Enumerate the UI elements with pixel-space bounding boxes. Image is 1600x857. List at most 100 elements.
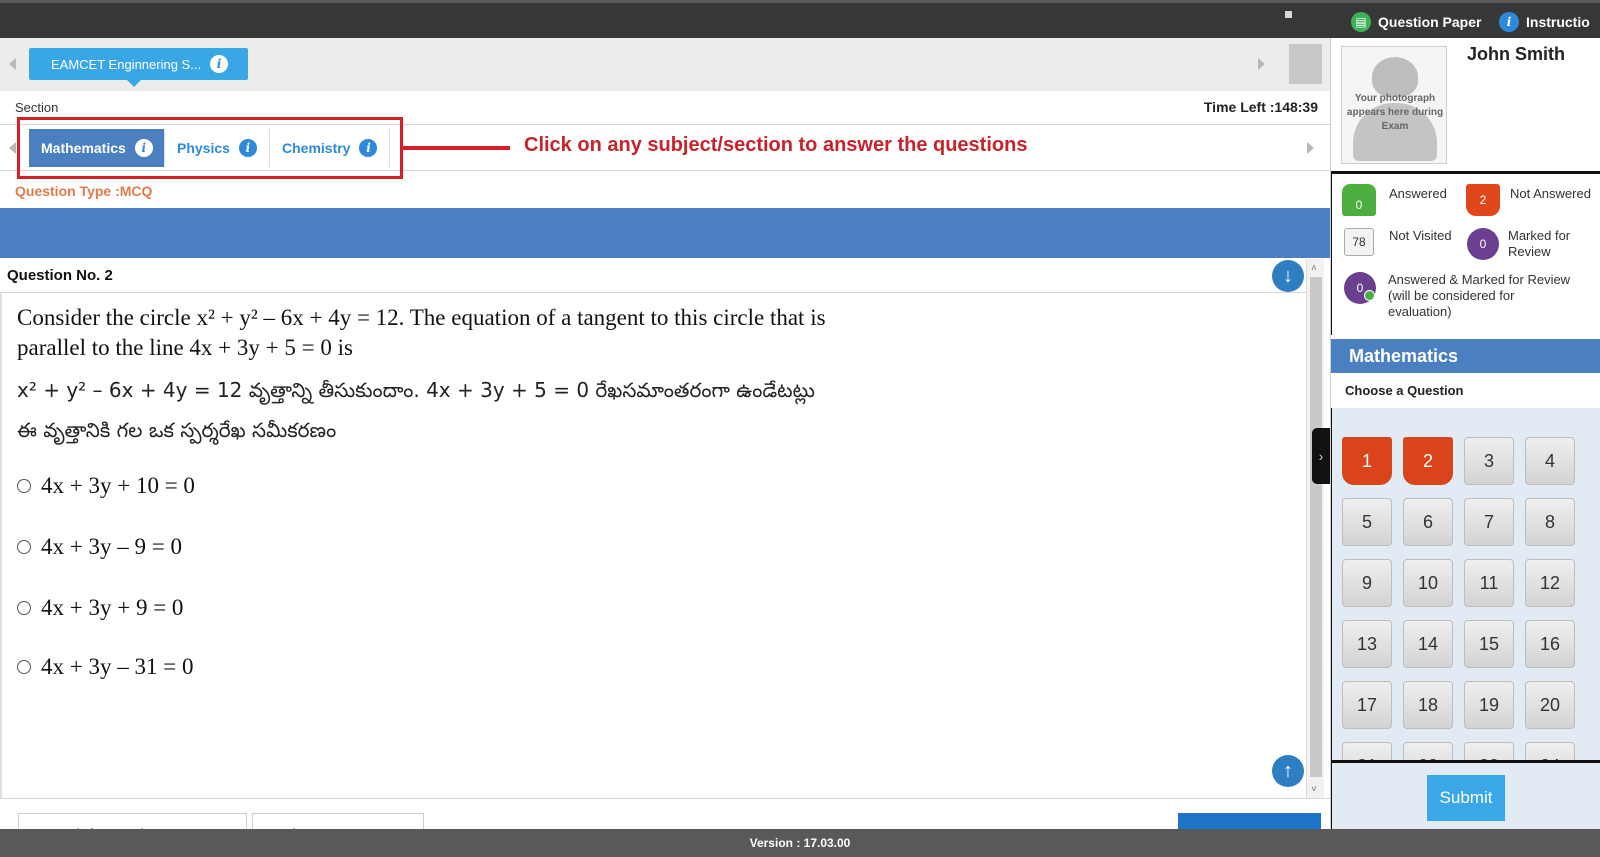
question-button-3[interactable]: 3 [1464,437,1514,485]
question-button-24[interactable]: 24 [1525,742,1575,760]
question-button-15[interactable]: 15 [1464,620,1514,668]
question-button-5[interactable]: 5 [1342,498,1392,546]
option-3[interactable]: 4x + 3y + 9 = 0 [17,595,183,621]
blue-band [0,208,1330,258]
option-label: 4x + 3y + 9 = 0 [41,595,184,620]
footer-version: Version : 17.03.00 [0,829,1600,857]
question-button-13[interactable]: 13 [1342,620,1392,668]
document-icon[interactable] [1289,44,1322,84]
question-button-4[interactable]: 4 [1525,437,1575,485]
option-label: 4x + 3y + 10 = 0 [41,473,195,498]
question-body: Consider the circle x² + y² – 6x + 4y = … [0,293,1306,798]
radio-button[interactable] [17,540,31,554]
submit-area: Submit [1331,760,1600,830]
option-2[interactable]: 4x + 3y – 9 = 0 [17,534,182,560]
question-button-20[interactable]: 20 [1525,681,1575,729]
callout-line [403,146,510,150]
question-button-23[interactable]: 23 [1464,742,1514,760]
scroll-down-arrow-icon[interactable]: ˅ [1311,784,1317,795]
marked-review-badge: 0 [1467,228,1499,260]
scroll-left-arrow-icon[interactable] [9,58,16,70]
photo-placeholder-text: Your photograph appears here during Exam [1346,93,1444,132]
choose-question-label: Choose a Question [1345,383,1464,398]
window-square-icon [1285,11,1292,18]
callout-text: Click on any subject/section to answer t… [524,134,1028,156]
option-label: 4x + 3y – 9 = 0 [41,534,182,559]
option-4[interactable]: 4x + 3y – 31 = 0 [17,654,193,680]
radio-button[interactable] [17,479,31,493]
exam-tab-row: EAMCET Enginnering S... i [0,38,1330,91]
callout-highlight-box [17,117,403,179]
question-paper-label: Question Paper [1378,14,1482,30]
question-paper-icon: ▤ [1351,12,1371,32]
option-1[interactable]: 4x + 3y + 10 = 0 [17,473,195,499]
label-line: Answered & Marked for Review [1388,272,1571,287]
question-button-14[interactable]: 14 [1403,620,1453,668]
scroll-right-arrow-icon[interactable] [1307,142,1314,154]
label-line: Review [1508,244,1551,259]
section-label: Section [15,100,59,115]
status-legend: 0 Answered 2 Not Answered 78 Not Visited… [1331,171,1600,335]
question-button-1[interactable]: 1 [1342,437,1392,485]
question-type: Question Type :MCQ [15,183,153,199]
info-icon[interactable]: i [210,55,229,73]
question-scrollbar[interactable]: ˄ ˅ [1306,259,1324,799]
question-button-19[interactable]: 19 [1464,681,1514,729]
question-button-7[interactable]: 7 [1464,498,1514,546]
question-button-6[interactable]: 6 [1403,498,1453,546]
question-button-18[interactable]: 18 [1403,681,1453,729]
scroll-thumb[interactable] [1310,277,1322,777]
label-line: evaluation) [1388,304,1452,319]
question-button-10[interactable]: 10 [1403,559,1453,607]
candidate-photo: Your photograph appears here during Exam [1341,46,1447,164]
question-button-17[interactable]: 17 [1342,681,1392,729]
time-left: Time Left :148:39 [1203,99,1318,115]
palette-section-title: Mathematics [1331,339,1600,373]
answered-marked-label: Answered & Marked for Review (will be co… [1388,272,1570,320]
not-answered-badge: 2 [1466,184,1500,216]
not-visited-label: Not Visited [1389,228,1452,243]
answered-dot-icon [1364,290,1375,301]
label-line: (will be considered for [1388,288,1515,303]
label-line: Marked for [1508,228,1571,243]
question-button-21[interactable]: 21 [1342,742,1392,760]
question-panel: EAMCET Enginnering S... i Section Time L… [0,38,1330,857]
question-text-te-1: x² + y² – 6x + 4y = 12 వృత్తాన్ని తీసుకు… [17,378,815,402]
status-panel: Your photograph appears here during Exam… [1330,38,1600,830]
question-button-16[interactable]: 16 [1525,620,1575,668]
exam-tab-label: EAMCET Enginnering S... [51,56,202,72]
arrow-down-icon[interactable]: ↓ [1272,260,1304,292]
not-visited-badge: 78 [1344,228,1374,256]
question-paper-link[interactable]: ▤ Question Paper [1351,12,1481,32]
not-answered-label: Not Answered [1510,186,1591,201]
question-text-te-2: ఈ వృత్తానికి గల ఒక స్పర్శరేఖ సమీకరణం [17,418,337,442]
question-text-en-1: Consider the circle x² + y² – 6x + 4y = … [17,305,826,330]
instructions-link[interactable]: i Instructio [1499,12,1590,32]
top-bar: ▤ Question Paper i Instructio [0,0,1600,38]
answered-label: Answered [1389,186,1447,201]
candidate-name: John Smith [1467,44,1565,64]
arrow-up-icon[interactable]: ↑ [1272,755,1304,787]
question-text-en-2: parallel to the line 4x + 3y + 5 = 0 is [17,335,353,360]
question-button-9[interactable]: 9 [1342,559,1392,607]
instructions-label: Instructio [1526,14,1590,30]
question-button-22[interactable]: 22 [1403,742,1453,760]
question-number: Question No. 2 [7,267,113,284]
question-button-2[interactable]: 2 [1403,437,1453,485]
submit-button[interactable]: Submit [1427,775,1505,821]
marked-review-label: Marked for Review [1508,228,1570,260]
question-palette: 123456789101112131415161718192021222324 [1331,408,1600,760]
radio-button[interactable] [17,601,31,615]
scroll-left-arrow-icon[interactable] [9,142,16,154]
radio-button[interactable] [17,660,31,674]
question-button-11[interactable]: 11 [1464,559,1514,607]
answered-badge: 0 [1342,184,1376,216]
collapse-panel-toggle[interactable]: › [1312,428,1330,484]
info-icon: i [1499,12,1519,32]
scroll-up-arrow-icon[interactable]: ˄ [1311,263,1317,274]
option-label: 4x + 3y – 31 = 0 [41,654,194,679]
scroll-right-arrow-icon[interactable] [1258,58,1265,70]
exam-tab[interactable]: EAMCET Enginnering S... i [29,48,248,87]
question-button-8[interactable]: 8 [1525,498,1575,546]
question-button-12[interactable]: 12 [1525,559,1575,607]
